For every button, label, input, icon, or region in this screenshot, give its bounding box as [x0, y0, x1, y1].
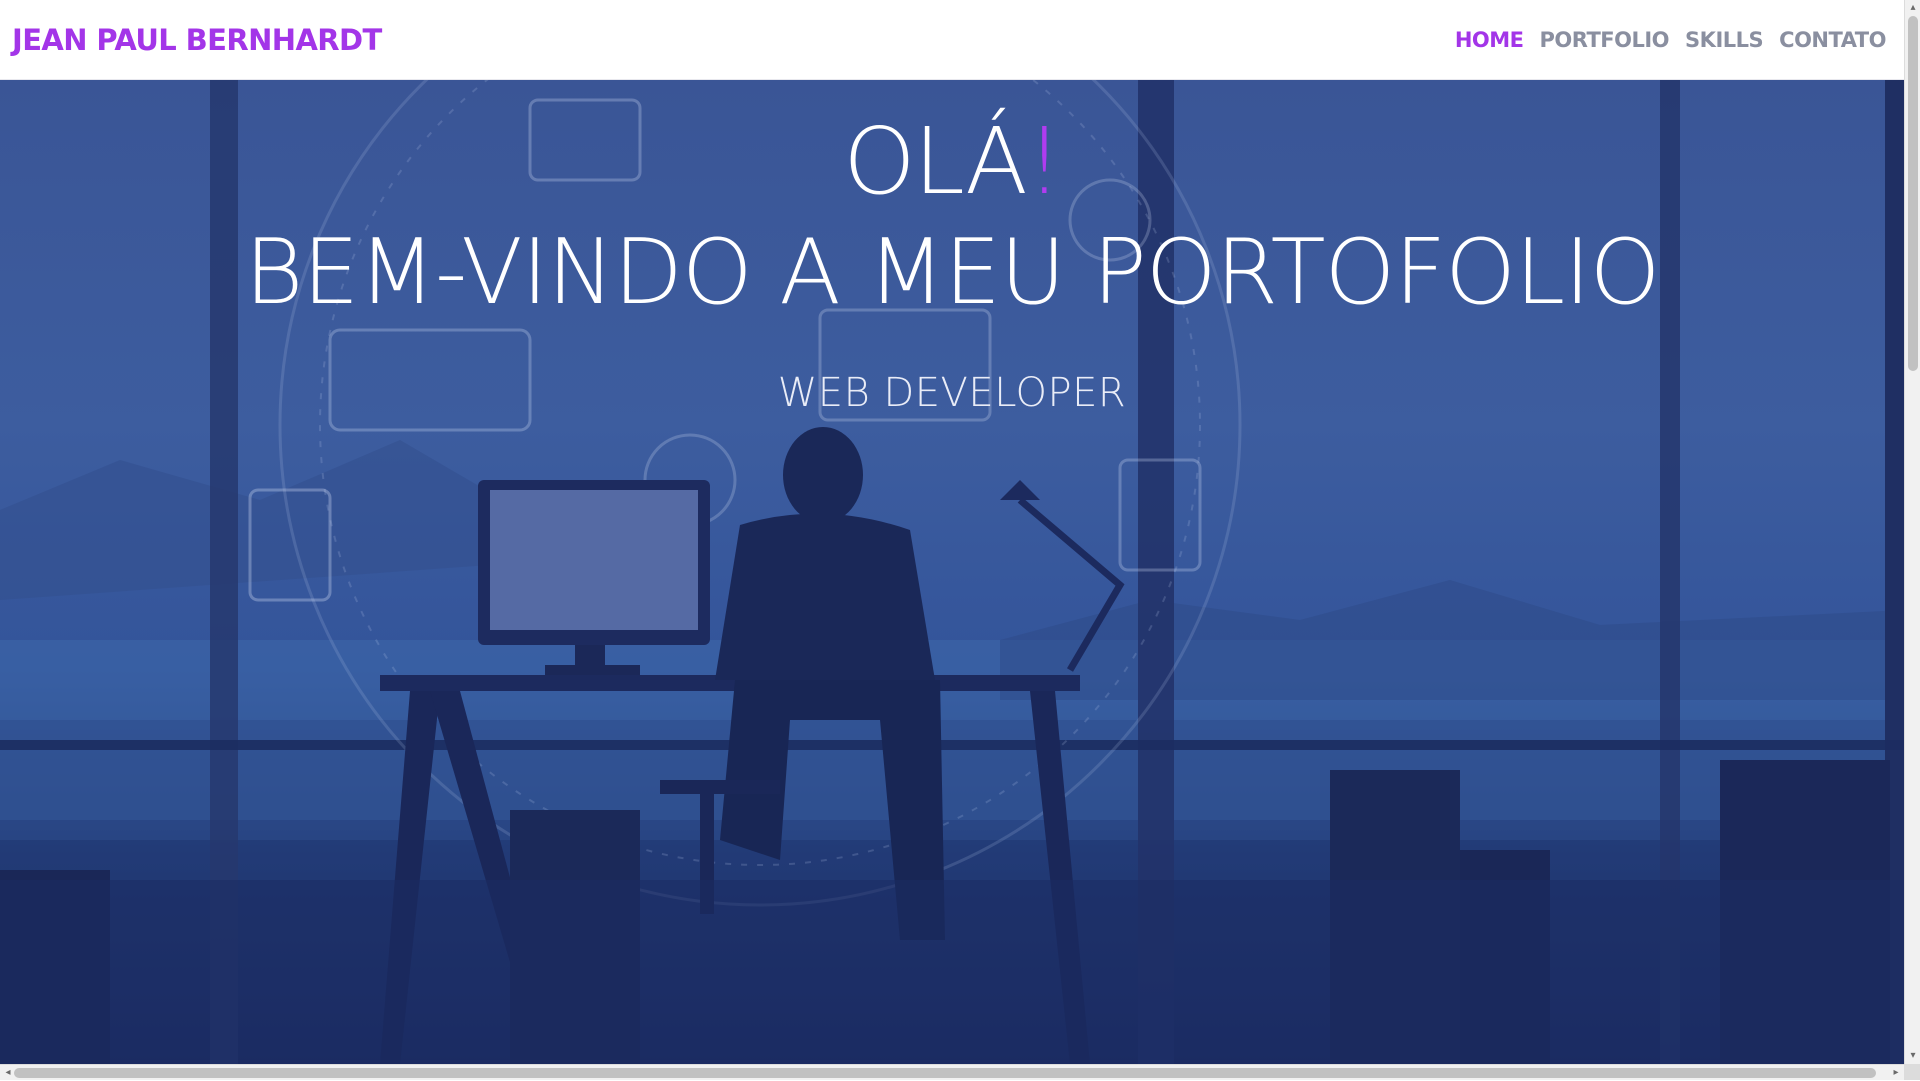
- horizontal-scroll-thumb[interactable]: [14, 1068, 1876, 1078]
- nav-skills[interactable]: SKILLS: [1685, 28, 1764, 52]
- greeting-exclamation: !: [1025, 108, 1063, 215]
- hero-section: OLÁ! BEM-VINDO A MEU PORTOFOLIO WEB DEVE…: [0, 80, 1904, 1064]
- vertical-scrollbar[interactable]: ▴ ▾: [1904, 0, 1920, 1064]
- greeting-text: OLÁ: [843, 108, 1028, 215]
- main-nav: HOME PORTFOLIO SKILLS CONTATO: [1455, 28, 1887, 52]
- nav-contact[interactable]: CONTATO: [1779, 28, 1886, 52]
- scroll-down-icon[interactable]: ▾: [1905, 1048, 1920, 1064]
- nav-home[interactable]: HOME: [1455, 28, 1524, 52]
- hero-title: BEM-VINDO A MEU PORTOFOLIO: [244, 220, 1660, 325]
- page: JEAN PAUL BERNHARDT HOME PORTFOLIO SKILL…: [0, 0, 1904, 1064]
- scrollbar-corner: [1904, 1064, 1920, 1080]
- hero-subtitle: WEB DEVELOPER: [777, 370, 1127, 416]
- vertical-scroll-thumb[interactable]: [1908, 16, 1918, 371]
- nav-portfolio[interactable]: PORTFOLIO: [1540, 28, 1670, 52]
- brand-logo[interactable]: JEAN PAUL BERNHARDT: [12, 23, 382, 57]
- scroll-right-icon[interactable]: ▸: [1888, 1065, 1904, 1081]
- scroll-up-icon[interactable]: ▴: [1905, 0, 1920, 16]
- horizontal-scrollbar[interactable]: ◂ ▸: [0, 1064, 1904, 1080]
- navbar: JEAN PAUL BERNHARDT HOME PORTFOLIO SKILL…: [0, 0, 1904, 80]
- hero-greeting: OLÁ!: [0, 108, 1904, 215]
